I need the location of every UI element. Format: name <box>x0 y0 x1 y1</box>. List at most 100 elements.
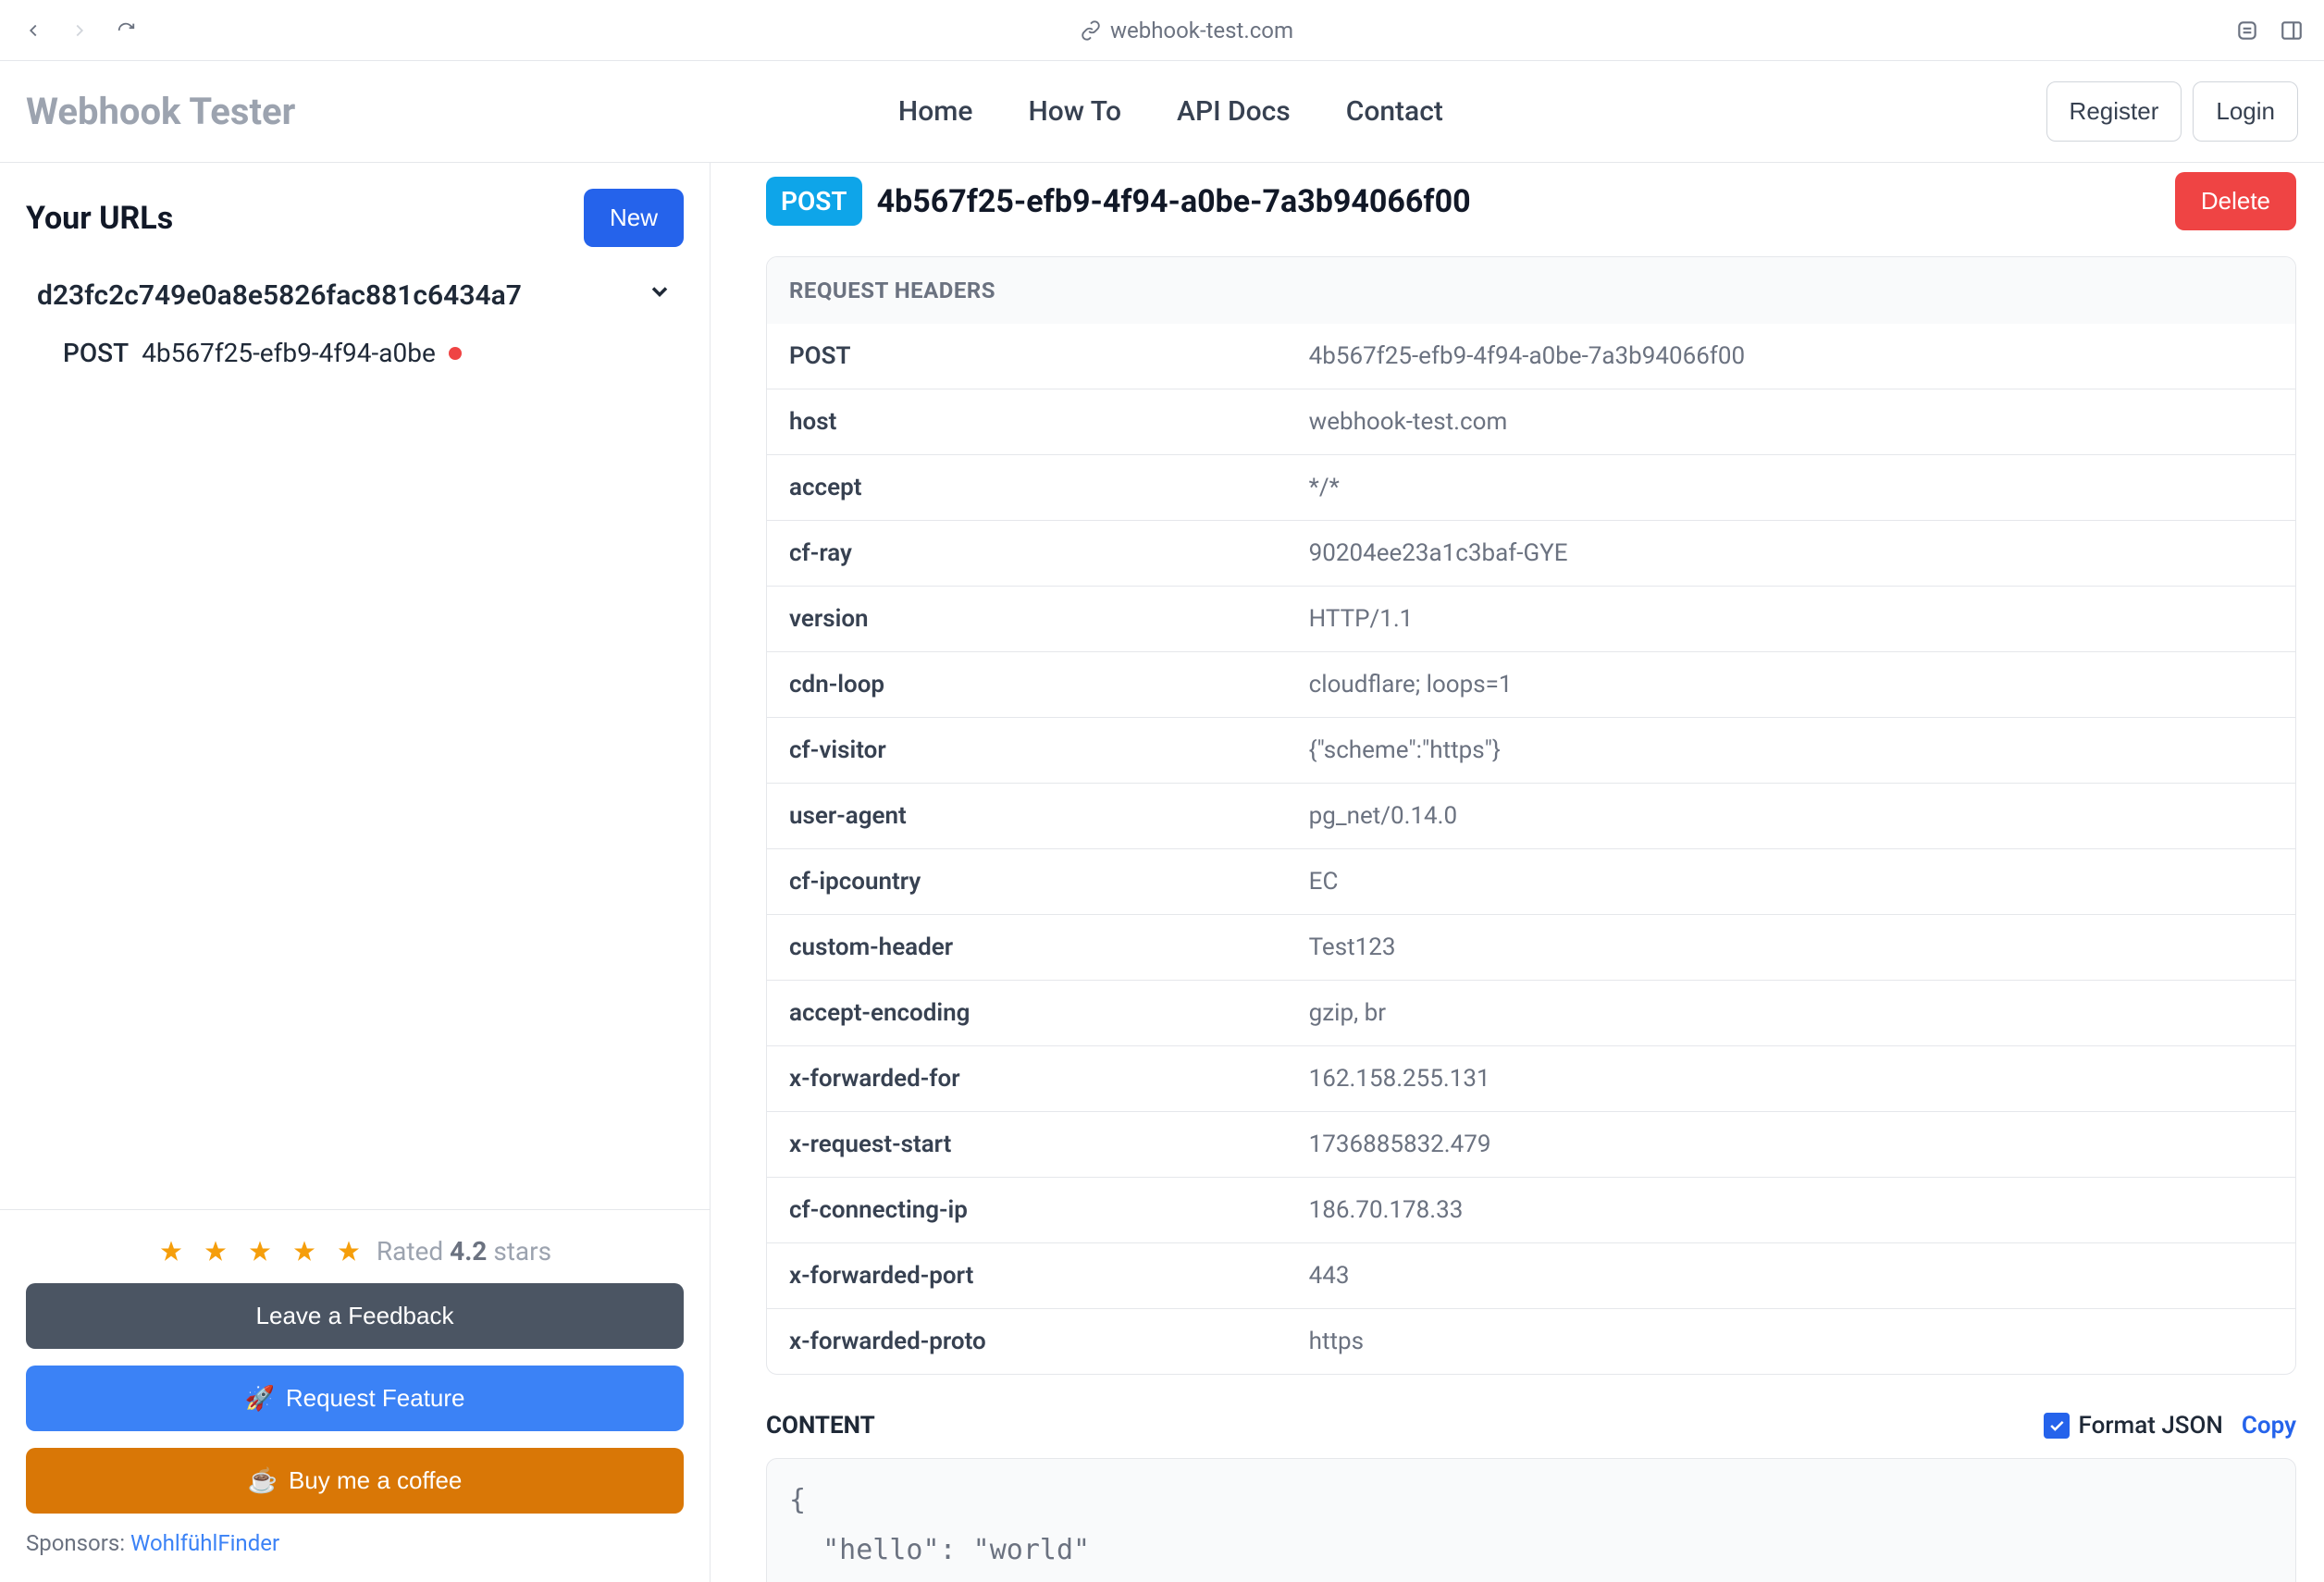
request-id-short: 4b567f25-efb9-4f94-a0be <box>142 338 436 368</box>
header-row: accept*/* <box>767 454 2295 520</box>
header-row: x-forwarded-port443 <box>767 1242 2295 1308</box>
header-key: x-forwarded-port <box>767 1243 1287 1308</box>
stars-icon <box>158 1239 362 1265</box>
header-row: cf-visitor{"scheme":"https"} <box>767 717 2295 783</box>
format-json-checkbox[interactable]: Format JSON <box>2044 1412 2223 1440</box>
coffee-button[interactable]: ☕ Buy me a coffee <box>26 1448 684 1514</box>
header-value: {"scheme":"https"} <box>1287 718 2295 783</box>
delete-button[interactable]: Delete <box>2175 172 2296 230</box>
header-key: accept <box>767 455 1287 520</box>
sponsor-link[interactable]: WohlfühlFinder <box>130 1530 279 1556</box>
header-value: HTTP/1.1 <box>1287 587 2295 651</box>
nav-links: Home How To API Docs Contact <box>295 95 2046 128</box>
nav-link-howto[interactable]: How To <box>1028 95 1121 128</box>
rating-prefix: Rated <box>377 1236 450 1267</box>
header-row: x-forwarded-protohttps <box>767 1308 2295 1374</box>
header-key: cf-ray <box>767 521 1287 586</box>
browser-chrome: webhook-test.com <box>0 0 2324 61</box>
sponsors-label: Sponsors: <box>26 1530 130 1556</box>
url-item[interactable]: d23fc2c749e0a8e5826fac881c6434a7 <box>0 266 710 325</box>
header-row: custom-headerTest123 <box>767 914 2295 980</box>
header-key: user-agent <box>767 784 1287 848</box>
rocket-icon: 🚀 <box>244 1384 274 1413</box>
request-method: POST <box>63 338 129 368</box>
header-key: cf-visitor <box>767 718 1287 783</box>
headers-title: REQUEST HEADERS <box>767 257 2295 324</box>
header-key: x-request-start <box>767 1112 1287 1177</box>
header-row: x-forwarded-for162.158.255.131 <box>767 1045 2295 1111</box>
header-key: cf-ipcountry <box>767 849 1287 914</box>
devtools-button[interactable] <box>2233 17 2261 44</box>
header-key: cdn-loop <box>767 652 1287 717</box>
header-value: gzip, br <box>1287 981 2295 1045</box>
header-value: cloudflare; loops=1 <box>1287 652 2295 717</box>
login-button[interactable]: Login <box>2193 81 2298 142</box>
header-row: cf-ipcountryEC <box>767 848 2295 914</box>
header-value: 162.158.255.131 <box>1287 1046 2295 1111</box>
sidebar: Your URLs New d23fc2c749e0a8e5826fac881c… <box>0 163 711 1582</box>
request-feature-button[interactable]: 🚀 Request Feature <box>26 1366 684 1431</box>
header-key: cf-connecting-ip <box>767 1178 1287 1242</box>
header-row: hostwebhook-test.com <box>767 389 2295 454</box>
header-value: 186.70.178.33 <box>1287 1178 2295 1242</box>
header-key: POST <box>767 324 1287 389</box>
header-row: cdn-loopcloudflare; loops=1 <box>767 651 2295 717</box>
brand-title[interactable]: Webhook Tester <box>26 90 295 133</box>
content-area: POST 4b567f25-efb9-4f94-a0be-7a3b94066f0… <box>711 163 2324 1582</box>
address-bar[interactable]: webhook-test.com <box>157 18 2217 43</box>
nav-reload-button[interactable] <box>111 16 141 45</box>
header-value: 443 <box>1287 1243 2295 1308</box>
header-value: 4b567f25-efb9-4f94-a0be-7a3b94066f00 <box>1287 324 2295 389</box>
rating-row: Rated 4.2 stars <box>26 1236 684 1267</box>
link-icon <box>1081 20 1101 41</box>
copy-button[interactable]: Copy <box>2242 1412 2296 1440</box>
register-button[interactable]: Register <box>2046 81 2182 142</box>
check-icon <box>2044 1413 2070 1439</box>
sponsors-row: Sponsors: WohlfühlFinder <box>26 1530 684 1556</box>
rating-suffix: stars <box>487 1236 551 1267</box>
nav-link-home[interactable]: Home <box>898 95 973 128</box>
url-text: webhook-test.com <box>1110 18 1293 43</box>
headers-card: REQUEST HEADERS POST4b567f25-efb9-4f94-a… <box>766 256 2296 1375</box>
url-id-text: d23fc2c749e0a8e5826fac881c6434a7 <box>37 279 522 312</box>
header-row: POST4b567f25-efb9-4f94-a0be-7a3b94066f00 <box>767 324 2295 389</box>
header-key: accept-encoding <box>767 981 1287 1045</box>
method-badge: POST <box>766 177 862 226</box>
header-value: webhook-test.com <box>1287 389 2295 454</box>
new-url-button[interactable]: New <box>584 189 684 247</box>
coffee-btn-label: Buy me a coffee <box>289 1466 462 1495</box>
nav-link-contact[interactable]: Contact <box>1346 95 1443 128</box>
header-row: user-agentpg_net/0.14.0 <box>767 783 2295 848</box>
header-row: versionHTTP/1.1 <box>767 586 2295 651</box>
feedback-button[interactable]: Leave a Feedback <box>26 1283 684 1349</box>
panel-button[interactable] <box>2278 17 2305 44</box>
nav-link-apidocs[interactable]: API Docs <box>1177 95 1291 128</box>
coffee-icon: ☕ <box>248 1466 278 1495</box>
top-nav: Webhook Tester Home How To API Docs Cont… <box>0 61 2324 163</box>
chevron-down-icon <box>647 278 673 312</box>
content-title: CONTENT <box>766 1412 875 1440</box>
format-json-label: Format JSON <box>2079 1412 2223 1440</box>
header-value: pg_net/0.14.0 <box>1287 784 2295 848</box>
header-key: x-forwarded-proto <box>767 1309 1287 1374</box>
header-value: 90204ee23a1c3baf-GYE <box>1287 521 2295 586</box>
unread-dot-icon <box>449 347 462 360</box>
rating-value: 4.2 <box>450 1236 487 1267</box>
header-value: https <box>1287 1309 2295 1374</box>
header-value: */* <box>1287 455 2295 520</box>
header-row: cf-ray90204ee23a1c3baf-GYE <box>767 520 2295 586</box>
request-id: 4b567f25-efb9-4f94-a0be-7a3b94066f00 <box>877 183 1471 220</box>
header-value: EC <box>1287 849 2295 914</box>
feature-btn-label: Request Feature <box>286 1384 465 1413</box>
header-row: x-request-start1736885832.479 <box>767 1111 2295 1177</box>
nav-back-button[interactable] <box>19 16 48 45</box>
nav-forward-button[interactable] <box>65 16 94 45</box>
content-body[interactable]: { "hello": "world" } <box>766 1458 2296 1582</box>
header-key: custom-header <box>767 915 1287 980</box>
urls-heading: Your URLs <box>26 200 173 237</box>
header-row: accept-encodinggzip, br <box>767 980 2295 1045</box>
header-key: x-forwarded-for <box>767 1046 1287 1111</box>
header-row: cf-connecting-ip186.70.178.33 <box>767 1177 2295 1242</box>
request-item[interactable]: POST 4b567f25-efb9-4f94-a0be <box>0 325 710 381</box>
header-key: version <box>767 587 1287 651</box>
